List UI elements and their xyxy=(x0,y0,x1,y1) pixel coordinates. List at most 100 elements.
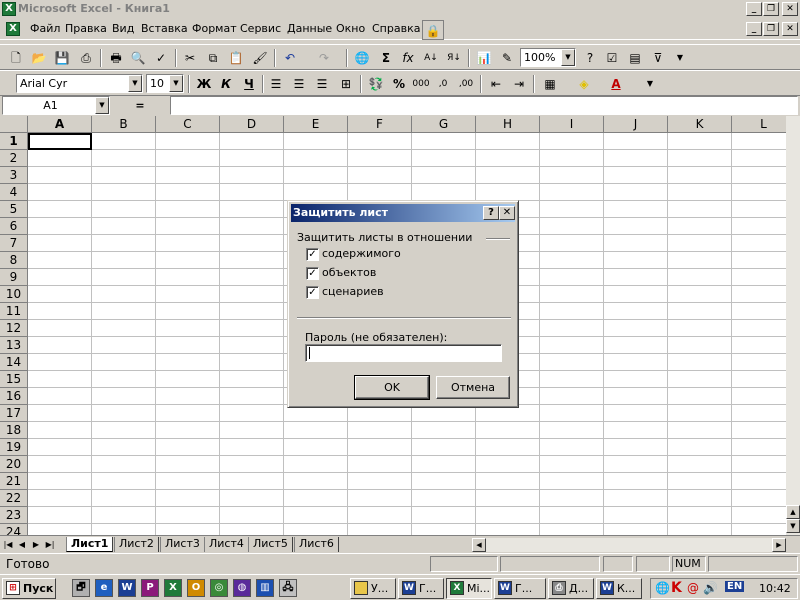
copy-icon[interactable]: ⧉ xyxy=(203,48,223,68)
sheet-tab-2[interactable]: Лист2 xyxy=(114,537,159,552)
save-icon[interactable]: 💾 xyxy=(52,48,72,68)
active-cell[interactable] xyxy=(28,133,92,150)
word-icon[interactable]: W xyxy=(118,579,136,597)
formula-input[interactable] xyxy=(170,96,798,115)
italic-button[interactable]: К xyxy=(216,74,236,94)
font-select[interactable]: Arial Cyr ▼ xyxy=(16,74,143,93)
preview-icon[interactable]: 🔍 xyxy=(128,48,148,68)
row-header-6[interactable]: 6 xyxy=(0,218,28,235)
row-header-20[interactable]: 20 xyxy=(0,456,28,473)
font-size-select[interactable]: 10 ▼ xyxy=(146,74,184,93)
row-header-9[interactable]: 9 xyxy=(0,269,28,286)
chevron-down-icon[interactable]: ▼ xyxy=(95,97,109,114)
excel-icon[interactable]: X xyxy=(2,2,16,16)
merge-center-icon[interactable]: ⊞ xyxy=(336,74,356,94)
checkbox-3[interactable]: ✓ xyxy=(306,286,319,299)
menu-data[interactable]: Данные xyxy=(287,22,332,35)
scroll-left-icon[interactable]: ◀ xyxy=(472,538,486,552)
maximize-button[interactable]: ❐ xyxy=(763,2,779,16)
sheet-tab-4[interactable]: Лист4 xyxy=(204,537,249,552)
toolbar-options-icon[interactable]: ▼ xyxy=(670,48,690,68)
print-preview-icon[interactable]: ⎙ xyxy=(76,48,96,68)
row-header-13[interactable]: 13 xyxy=(0,337,28,354)
prev-sheet-icon[interactable]: ◀ xyxy=(16,538,28,551)
sheet-tab-1[interactable]: Лист1 xyxy=(66,537,114,552)
help-button[interactable]: ? xyxy=(483,206,499,220)
menu-format[interactable]: Формат xyxy=(192,22,237,35)
row-header-14[interactable]: 14 xyxy=(0,354,28,371)
checklist-icon[interactable]: ☑ xyxy=(602,48,622,68)
help-icon[interactable]: ? xyxy=(580,48,600,68)
minimize-button[interactable]: _ xyxy=(746,2,762,16)
column-header-d[interactable]: D xyxy=(220,116,284,133)
menu-view[interactable]: Вид xyxy=(112,22,134,35)
zoom-select[interactable]: 100% ▼ xyxy=(520,48,576,67)
close-button[interactable]: ✕ xyxy=(782,2,798,16)
menu-help[interactable]: Справка xyxy=(372,22,420,35)
column-header-e[interactable]: E xyxy=(284,116,348,133)
menu-insert[interactable]: Вставка xyxy=(141,22,188,35)
ie-icon[interactable]: e xyxy=(95,579,113,597)
checkbox-label-3[interactable]: сценариев xyxy=(322,285,384,298)
name-box[interactable]: A1 ▼ xyxy=(2,96,110,115)
paste-icon[interactable]: 📋 xyxy=(226,48,246,68)
scroll-up-icon[interactable]: ▲ xyxy=(786,505,800,519)
align-left-icon[interactable]: ☰ xyxy=(266,74,286,94)
row-header-24[interactable]: 24 xyxy=(0,524,28,535)
checkbox-1[interactable]: ✓ xyxy=(306,248,319,261)
row-header-2[interactable]: 2 xyxy=(0,150,28,167)
row-header-15[interactable]: 15 xyxy=(0,371,28,388)
chevron-down-icon[interactable]: ▼ xyxy=(128,75,142,92)
checkbox-2[interactable]: ✓ xyxy=(306,267,319,280)
menu-edit[interactable]: Правка xyxy=(65,22,107,35)
sort-desc-icon[interactable]: Я↓ xyxy=(444,48,464,68)
taskbar-task[interactable]: W Г... xyxy=(398,578,444,599)
filter-icon[interactable]: ⊽ xyxy=(648,48,668,68)
spelling-icon[interactable]: ✓ xyxy=(151,48,171,68)
last-sheet-icon[interactable]: ▶| xyxy=(44,538,56,551)
taskbar-task[interactable]: ⎙ Д... xyxy=(548,578,594,599)
frontpage-icon[interactable]: ◍ xyxy=(233,579,251,597)
row-header-11[interactable]: 11 xyxy=(0,303,28,320)
chevron-down-icon[interactable]: ▼ xyxy=(561,49,575,66)
align-right-icon[interactable]: ☰ xyxy=(312,74,332,94)
undo-icon[interactable]: ↶ xyxy=(280,48,300,68)
first-sheet-icon[interactable]: |◀ xyxy=(2,538,14,551)
column-header-j[interactable]: J xyxy=(604,116,668,133)
column-header-i[interactable]: I xyxy=(540,116,604,133)
horizontal-scrollbar[interactable] xyxy=(486,538,772,552)
borders-icon[interactable]: ▦ xyxy=(540,74,560,94)
taskbar-task[interactable]: W К... xyxy=(596,578,642,599)
menu-tools[interactable]: Сервис xyxy=(240,22,281,35)
sheet-tab-3[interactable]: Лист3 xyxy=(160,537,205,552)
outlook-icon[interactable]: O xyxy=(187,579,205,597)
binder-icon[interactable]: ▥ xyxy=(256,579,274,597)
language-indicator[interactable]: EN xyxy=(725,581,745,592)
row-header-3[interactable]: 3 xyxy=(0,167,28,184)
row-header-7[interactable]: 7 xyxy=(0,235,28,252)
checkbox-label-2[interactable]: объектов xyxy=(322,266,376,279)
column-header-c[interactable]: C xyxy=(156,116,220,133)
access-icon[interactable]: P xyxy=(141,579,159,597)
formula-equals[interactable]: = xyxy=(112,96,168,115)
row-header-4[interactable]: 4 xyxy=(0,184,28,201)
next-sheet-icon[interactable]: ▶ xyxy=(30,538,42,551)
chart-wizard-icon[interactable]: 📊 xyxy=(474,48,494,68)
chevron-down-icon[interactable]: ▼ xyxy=(169,75,183,92)
column-header-k[interactable]: K xyxy=(668,116,732,133)
taskbar-task[interactable]: X Mi... xyxy=(446,578,492,599)
thousands-button[interactable]: 000 xyxy=(411,74,431,94)
column-header-a[interactable]: A xyxy=(28,116,92,133)
row-header-23[interactable]: 23 xyxy=(0,507,28,524)
function-icon[interactable]: fx xyxy=(398,48,418,68)
web-icon[interactable]: 🌐 xyxy=(352,48,372,68)
row-header-22[interactable]: 22 xyxy=(0,490,28,507)
row-header-16[interactable]: 16 xyxy=(0,388,28,405)
row-header-5[interactable]: 5 xyxy=(0,201,28,218)
sheet-tab-6[interactable]: Лист6 xyxy=(294,537,339,552)
vertical-scrollbar[interactable]: ▲ ▼ xyxy=(786,116,800,535)
checkbox-label-1[interactable]: содержимого xyxy=(322,247,401,260)
mail-icon[interactable]: @ xyxy=(687,581,699,595)
increase-decimal-icon[interactable]: ,0 xyxy=(433,74,453,94)
column-header-l[interactable]: L xyxy=(732,116,786,133)
